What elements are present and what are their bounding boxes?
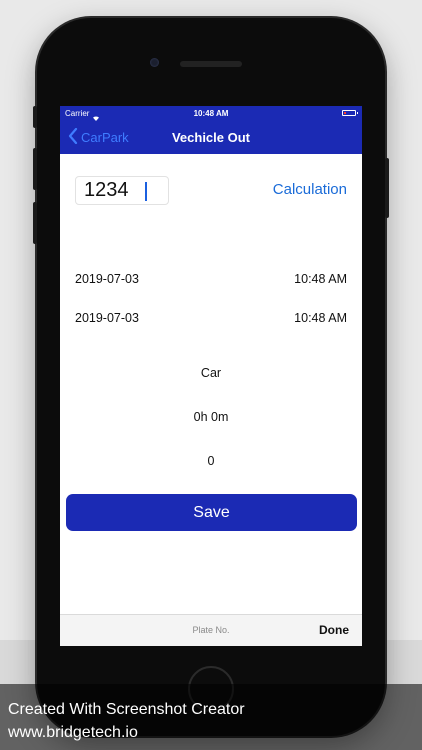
exit-time: 10:48 AM [294, 311, 347, 325]
page-title: Vechicle Out [171, 130, 251, 145]
side-button-volume-down [33, 202, 37, 244]
status-bar: Carrier 10:48 AM [60, 106, 362, 121]
entry-time: 10:48 AM [294, 272, 347, 286]
vehicle-type: Car [200, 366, 222, 380]
side-button-power [385, 158, 389, 218]
app-screen: Carrier 10:48 AM CarPark Vechicle Out Ca [60, 106, 362, 646]
exit-row: 2019-07-03 10:48 AM [75, 311, 347, 325]
caption-line-1: Created With Screenshot Creator [8, 701, 245, 718]
battery-level [344, 112, 346, 114]
battery-icon [342, 110, 358, 116]
caption-line-2: www.bridgetech.io [8, 724, 138, 741]
vehicle-out-form: Calculation 2019-07-03 10:48 AM 2019-07-… [60, 154, 362, 614]
plate-number-input[interactable] [75, 176, 169, 205]
done-button[interactable]: Done [319, 615, 349, 646]
text-cursor [145, 182, 147, 201]
side-button-mute [33, 106, 37, 128]
save-button[interactable]: Save [66, 494, 357, 531]
parking-amount: 0 [207, 454, 215, 468]
status-time: 10:48 AM [193, 109, 229, 118]
earpiece-speaker [180, 61, 242, 67]
keyboard-toolbar: Plate No. Done [60, 614, 362, 646]
entry-date: 2019-07-03 [75, 272, 139, 286]
navigation-bar: CarPark Vechicle Out [60, 121, 362, 154]
entry-row: 2019-07-03 10:48 AM [75, 272, 347, 286]
caption-banner: Created With Screenshot Creator www.brid… [0, 684, 422, 750]
parking-duration: 0h 0m [193, 410, 229, 424]
exit-date: 2019-07-03 [75, 311, 139, 325]
side-button-volume-up [33, 148, 37, 190]
calculation-button[interactable]: Calculation [273, 181, 347, 198]
keyboard-toolbar-label: Plate No. [192, 625, 230, 635]
front-camera [150, 58, 159, 67]
